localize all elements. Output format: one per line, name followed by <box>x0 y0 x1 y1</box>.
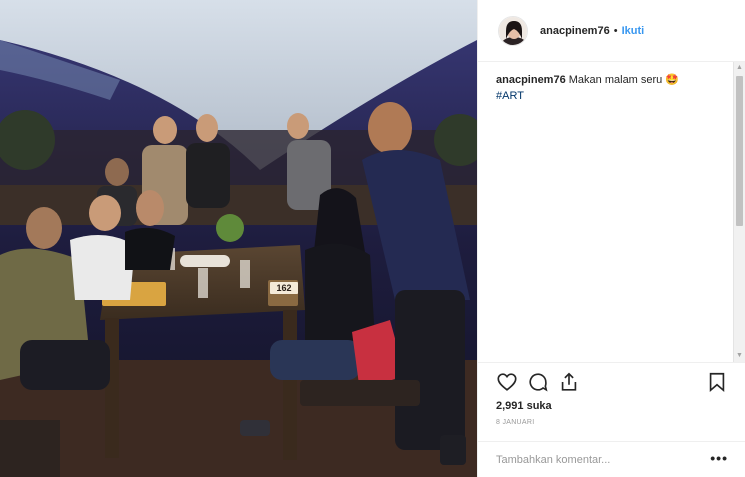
add-comment-input[interactable] <box>496 452 696 468</box>
follow-button[interactable]: Ikuti <box>622 25 645 37</box>
group-dinner-photo: 162 <box>0 0 477 477</box>
caption-text: Makan malam seru <box>568 74 663 86</box>
scroll-down-arrow-icon[interactable]: ▼ <box>734 350 745 362</box>
share-icon[interactable] <box>558 371 580 393</box>
table-number-text: 162 <box>276 283 291 293</box>
caption-emoji: 🤩 <box>665 74 680 86</box>
header-username[interactable]: anacpinem76 <box>540 25 610 37</box>
comment-icon[interactable] <box>527 371 549 393</box>
comments-section: anacpinem76 Makan malam seru 🤩 #ART <box>478 62 734 362</box>
post-date: 8 JANUARI <box>496 419 535 426</box>
more-options-icon[interactable]: ••• <box>710 450 728 466</box>
avatar[interactable] <box>498 15 528 46</box>
heart-icon[interactable] <box>496 371 518 393</box>
likes-count[interactable]: 2,991 suka <box>496 400 552 412</box>
caption-comment: anacpinem76 Makan malam seru 🤩 #ART <box>496 72 716 104</box>
avatar-image <box>499 16 527 45</box>
post-actions: 2,991 suka 8 JANUARI ••• <box>478 362 745 477</box>
scrollbar-thumb[interactable] <box>736 76 743 226</box>
action-icon-row <box>496 371 728 395</box>
caption-username[interactable]: anacpinem76 <box>496 74 566 86</box>
add-comment-bar: ••• <box>478 441 745 477</box>
post-sidebar: anacpinem76 • Ikuti anacpinem76 Makan ma… <box>477 0 745 477</box>
scroll-up-arrow-icon[interactable]: ▲ <box>734 62 745 74</box>
comments-scrollbar[interactable]: ▲ ▼ <box>733 62 745 362</box>
header-separator: • <box>613 24 618 37</box>
bookmark-icon[interactable] <box>706 371 728 393</box>
post-photo[interactable]: 162 <box>0 0 477 477</box>
caption-hashtag[interactable]: #ART <box>496 88 524 104</box>
post-header: anacpinem76 • Ikuti <box>478 0 745 62</box>
